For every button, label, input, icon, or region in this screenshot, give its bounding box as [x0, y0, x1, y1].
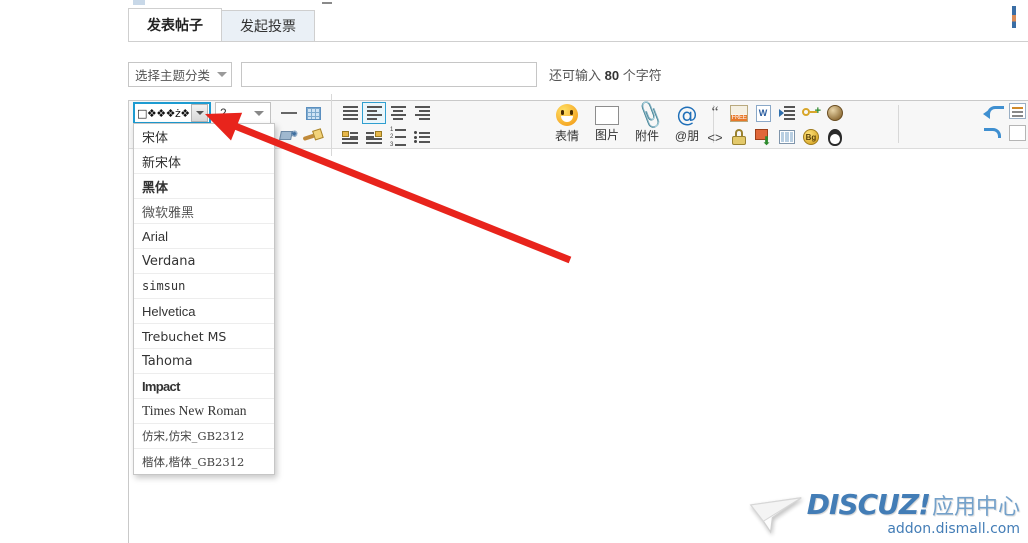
redo-icon[interactable]	[983, 125, 1005, 141]
image-align-right-icon[interactable]	[362, 126, 386, 148]
columns-icon[interactable]	[775, 126, 799, 148]
toolbar-right-box-top[interactable]	[1009, 103, 1026, 119]
font-option-tahoma[interactable]: Tahoma	[134, 349, 274, 374]
char-hint-suffix: 个字符	[623, 68, 662, 83]
top-right-marker	[1012, 6, 1016, 28]
font-option-trebuchet-ms[interactable]: Trebuchet MS	[134, 324, 274, 349]
smiley-icon	[556, 104, 578, 126]
insert-image-label: 图片	[595, 126, 619, 143]
font-size-value: 2	[220, 106, 254, 120]
toolbar-divider	[898, 105, 899, 143]
font-option-arial[interactable]: Arial	[134, 224, 274, 249]
remove-format-icon[interactable]: ✺	[277, 126, 301, 148]
thread-meta-row: 选择主题分类 还可输入 80 个字符	[128, 62, 662, 87]
ordered-list-icon[interactable]: 1 2 3	[386, 126, 410, 148]
font-option-verdana[interactable]: Verdana	[134, 249, 274, 274]
horizontal-rule-icon[interactable]	[277, 102, 301, 124]
font-option-xinsongti[interactable]: 新宋体	[134, 149, 274, 174]
char-count-hint: 还可输入 80 个字符	[549, 65, 662, 84]
chevron-down-icon	[217, 72, 227, 77]
editor-history-group	[983, 103, 1026, 141]
tab-post-thread-label: 发表帖子	[147, 15, 203, 35]
tabs-underline	[128, 41, 1028, 42]
background-color-icon[interactable]: Bg	[799, 126, 823, 148]
align-left-icon[interactable]	[362, 102, 386, 124]
font-option-fangsong[interactable]: 仿宋,仿宋_GB2312	[134, 424, 274, 449]
code-icon[interactable]: <>	[703, 126, 727, 148]
align-right-icon[interactable]	[410, 102, 434, 124]
coin-icon[interactable]	[823, 102, 847, 124]
rich-text-editor: □❖❖❖ż❖ 2	[128, 100, 1028, 543]
thread-title-input[interactable]	[241, 62, 537, 87]
font-option-simsun[interactable]: simsun	[134, 274, 274, 299]
editor-tabs: 发表帖子 发起投票	[128, 9, 314, 41]
qq-icon[interactable]	[823, 126, 847, 148]
font-option-impact[interactable]: Impact	[134, 374, 274, 399]
word-document-icon[interactable]	[751, 102, 775, 124]
insert-smiley-button[interactable]: 表情	[547, 101, 587, 147]
font-option-kaiti[interactable]: 楷体,楷体_GB2312	[134, 449, 274, 474]
font-family-dropdown-arrow[interactable]	[191, 104, 208, 122]
mention-friend-label: @朋	[675, 127, 699, 144]
font-size-select[interactable]: 2	[215, 102, 271, 124]
indent-icon[interactable]	[775, 102, 799, 124]
paperclip-icon: 📎	[634, 101, 660, 129]
toolbar-right-box-bottom[interactable]	[1009, 125, 1026, 141]
insert-table-icon[interactable]	[301, 102, 325, 124]
discuz-watermark: DISCUZ! 应用中心 addon.dismall.com	[749, 491, 1020, 537]
tab-create-poll[interactable]: 发起投票	[221, 10, 315, 41]
editor-toolbar: □❖❖❖ż❖ 2	[129, 101, 1028, 149]
free-stamp-icon[interactable]	[727, 102, 751, 124]
paper-plane-icon	[749, 492, 803, 536]
thread-category-value: 选择主题分类	[135, 65, 213, 84]
char-hint-count: 80	[605, 68, 619, 83]
top-dash-marker	[322, 2, 332, 4]
export-icon[interactable]: ⬇	[751, 126, 775, 148]
format-painter-icon[interactable]	[301, 126, 325, 148]
font-family-value: □❖❖❖ż❖	[135, 107, 191, 120]
at-mention-icon: @	[677, 104, 698, 126]
insert-attachment-button[interactable]: 📎 附件	[627, 101, 667, 147]
tab-post-thread[interactable]: 发表帖子	[128, 8, 222, 41]
insert-smiley-label: 表情	[555, 127, 579, 144]
lock-icon[interactable]	[727, 126, 751, 148]
undo-icon[interactable]	[983, 103, 1005, 119]
insert-image-button[interactable]: 图片	[587, 101, 627, 147]
align-justify-icon[interactable]	[338, 102, 362, 124]
image-icon	[595, 106, 619, 125]
watermark-brand-cn: 应用中心	[932, 497, 1020, 519]
align-center-icon[interactable]	[386, 102, 410, 124]
font-family-select[interactable]: □❖❖❖ż❖	[133, 102, 211, 124]
font-option-microsoft-yahei[interactable]: 微软雅黑	[134, 199, 274, 224]
char-hint-prefix: 还可输入	[549, 68, 601, 83]
watermark-url: addon.dismall.com	[887, 521, 1020, 537]
font-option-songti[interactable]: 宋体	[134, 124, 274, 149]
tab-create-poll-label: 发起投票	[240, 16, 296, 36]
toolbar-divider	[331, 118, 332, 156]
quote-icon[interactable]: “	[703, 102, 727, 124]
watermark-brand: DISCUZ!	[807, 491, 930, 519]
font-option-heiti[interactable]: 黑体	[134, 174, 274, 199]
top-left-marker	[133, 0, 145, 5]
font-option-helvetica[interactable]: Helvetica	[134, 299, 274, 324]
unordered-list-icon[interactable]	[410, 126, 434, 148]
image-align-left-icon[interactable]	[338, 126, 362, 148]
chevron-down-icon	[254, 111, 264, 116]
screenshot-root: 发表帖子 发起投票 选择主题分类 还可输入 80 个字符 □❖❖❖ż❖	[0, 0, 1028, 543]
password-key-icon[interactable]: +	[799, 102, 823, 124]
thread-category-select[interactable]: 选择主题分类	[128, 62, 232, 87]
font-option-times-new-roman[interactable]: Times New Roman	[134, 399, 274, 424]
font-family-dropdown-list[interactable]: 宋体 新宋体 黑体 微软雅黑 Arial Verdana simsun Helv…	[133, 123, 275, 475]
